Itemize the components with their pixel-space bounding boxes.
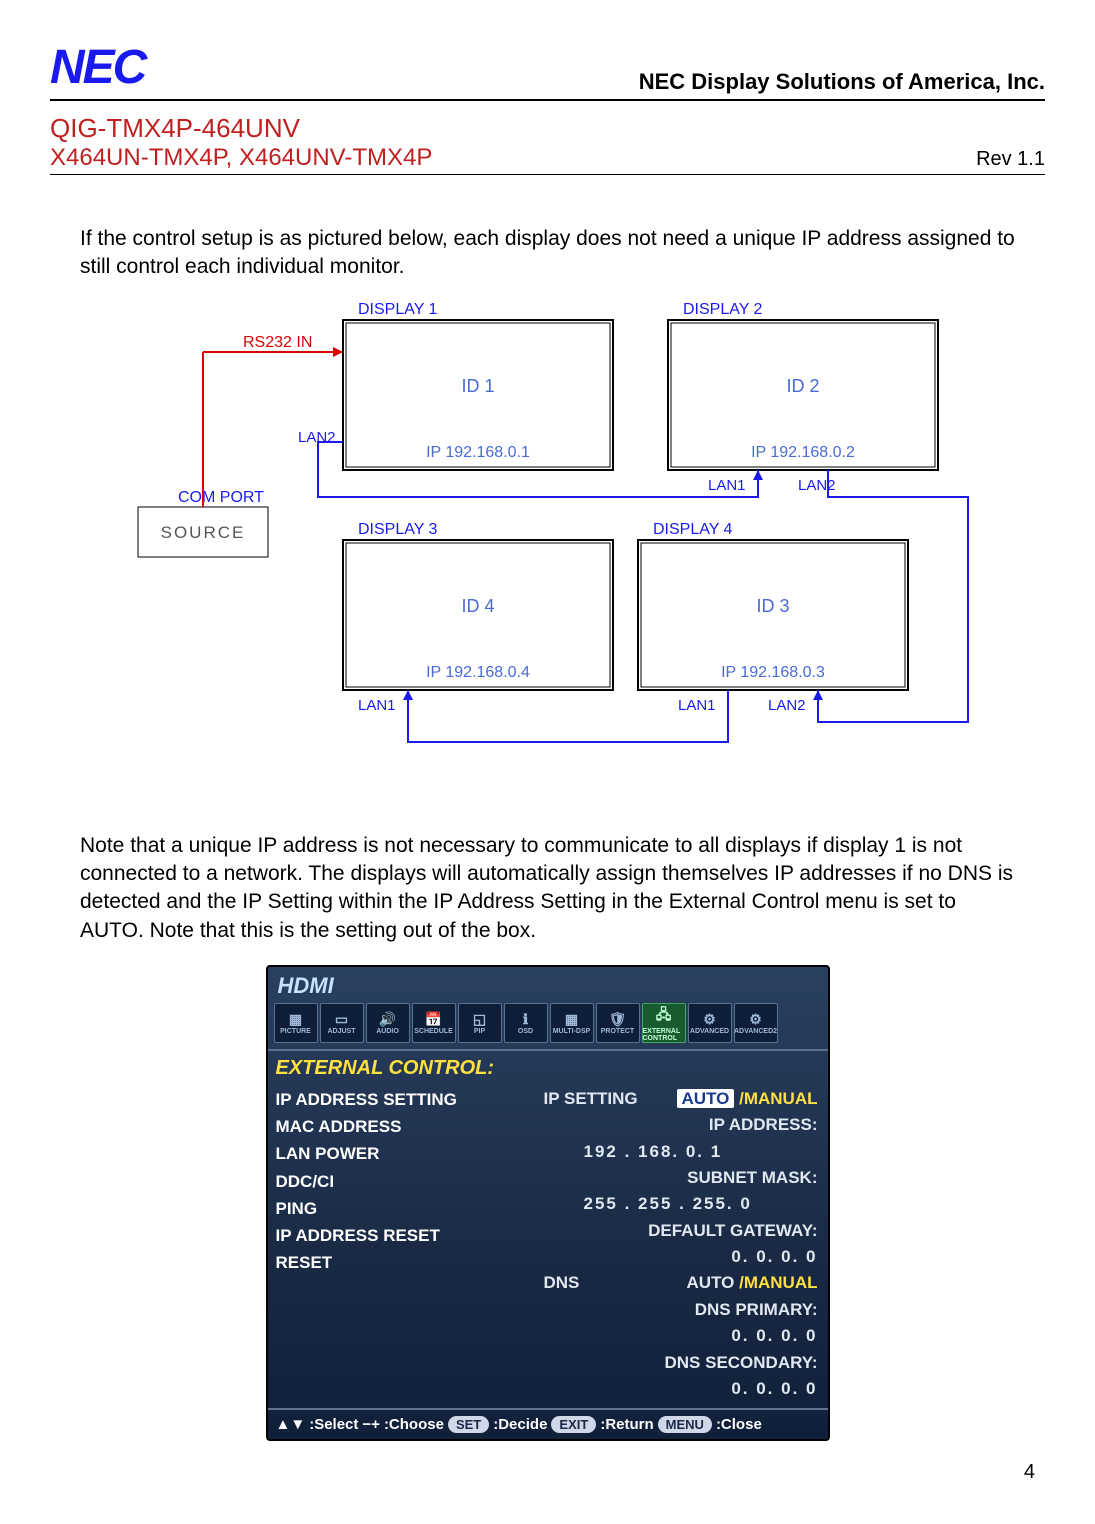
osd-left-menu: IP ADDRESS SETTING MAC ADDRESS LAN POWER…	[268, 1080, 534, 1408]
ip-setting-label: IP SETTING	[544, 1086, 638, 1112]
display2-lan2: LAN2	[798, 477, 836, 494]
display4-ip: IP 192.168.0.3	[721, 664, 825, 681]
updown-icon: ▲▼	[276, 1416, 306, 1433]
subnet-value: 255 . 255 . 255. 0	[544, 1191, 818, 1217]
company-name: NEC Display Solutions of America, Inc.	[639, 69, 1045, 95]
dns-label: DNS	[544, 1270, 580, 1296]
display1-id: ID 1	[461, 376, 494, 396]
paragraph-1: If the control setup is as pictured belo…	[80, 225, 1015, 282]
menu-button[interactable]: MENU	[658, 1416, 712, 1433]
doc-title: QIG-TMX4P-464UNV	[50, 113, 1045, 144]
osd-item-ddc-ci[interactable]: DDC/CI	[276, 1168, 526, 1195]
display2-id: ID 2	[786, 376, 819, 396]
display1-title: DISPLAY 1	[358, 302, 438, 318]
rs232-label: RS232 IN	[243, 334, 312, 351]
osd-item-ip-address-reset[interactable]: IP ADDRESS RESET	[276, 1222, 526, 1249]
osd-menu: HDMI ▦PICTURE ▭ADJUST 🔊AUDIO 📅SCHEDULE ◱…	[266, 965, 830, 1441]
nec-logo: NEC	[50, 40, 145, 95]
dns-primary-value: 0. 0. 0. 0	[544, 1323, 818, 1349]
page-number: 4	[50, 1461, 1045, 1484]
osd-tab-picture[interactable]: ▦PICTURE	[274, 1003, 318, 1043]
revision-label: Rev 1.1	[976, 148, 1045, 171]
ip-setting-manual[interactable]: MANUAL	[744, 1089, 818, 1108]
display1-lan2: LAN2	[298, 429, 336, 446]
osd-item-lan-power[interactable]: LAN POWER	[276, 1140, 526, 1167]
osd-tab-pip[interactable]: ◱PIP	[458, 1003, 502, 1043]
display4-lan2: LAN2	[768, 697, 806, 714]
display4-lan1: LAN1	[678, 697, 716, 714]
osd-right-panel: IP SETTING AUTO /MANUAL IP ADDRESS: 192 …	[534, 1080, 828, 1408]
subnet-label: SUBNET MASK:	[544, 1165, 818, 1191]
osd-tab-osd[interactable]: ℹOSD	[504, 1003, 548, 1043]
dns-primary-label: DNS PRIMARY:	[544, 1297, 818, 1323]
osd-section-title: EXTERNAL CONTROL:	[268, 1051, 828, 1080]
connection-diagram: COM PORT SOURCE RS232 IN DISPLAY 1 ID 1 …	[98, 302, 998, 782]
osd-tab-schedule[interactable]: 📅SCHEDULE	[412, 1003, 456, 1043]
gateway-value: 0. 0. 0. 0	[544, 1244, 818, 1270]
source-label: SOURCE	[160, 523, 245, 542]
display2-title: DISPLAY 2	[683, 302, 763, 318]
exit-button[interactable]: EXIT	[551, 1416, 596, 1433]
display1-ip: IP 192.168.0.1	[426, 444, 530, 461]
foot-close: :Close	[716, 1416, 762, 1433]
plusminus-icon: −+	[362, 1416, 380, 1433]
page-header: NEC NEC Display Solutions of America, In…	[50, 40, 1045, 101]
osd-footer: ▲▼:Select −+:Choose SET:Decide EXIT:Retu…	[268, 1408, 828, 1439]
osd-item-mac-address[interactable]: MAC ADDRESS	[276, 1113, 526, 1140]
com-port-label: COM PORT	[178, 489, 264, 506]
osd-tab-adjust[interactable]: ▭ADJUST	[320, 1003, 364, 1043]
osd-icon-row: ▦PICTURE ▭ADJUST 🔊AUDIO 📅SCHEDULE ◱PIP ℹ…	[268, 1001, 828, 1051]
gateway-label: DEFAULT GATEWAY:	[544, 1218, 818, 1244]
foot-decide: :Decide	[493, 1416, 547, 1433]
osd-item-ping[interactable]: PING	[276, 1195, 526, 1222]
osd-tab-external-control[interactable]: 🖧EXTERNAL CONTROL	[642, 1003, 686, 1043]
doc-subtitle-row: X464UN-TMX4P, X464UNV-TMX4P Rev 1.1	[50, 144, 1045, 175]
osd-item-ip-address-setting[interactable]: IP ADDRESS SETTING	[276, 1086, 526, 1113]
display3-lan1: LAN1	[358, 697, 396, 714]
osd-tab-protect[interactable]: 🛡PROTECT	[596, 1003, 640, 1043]
display4-title: DISPLAY 4	[653, 521, 733, 538]
osd-tab-multidsp[interactable]: ▦MULTI-DSP	[550, 1003, 594, 1043]
osd-tab-advanced1[interactable]: ⚙ADVANCED	[688, 1003, 732, 1043]
display3-id: ID 4	[461, 596, 494, 616]
set-button[interactable]: SET	[448, 1416, 489, 1433]
ip-address-value: 192 . 168. 0. 1	[544, 1139, 818, 1165]
display2-ip: IP 192.168.0.2	[751, 444, 855, 461]
display4-id: ID 3	[756, 596, 789, 616]
foot-return: :Return	[600, 1416, 653, 1433]
osd-tab-advanced2[interactable]: ⚙ADVANCED2	[734, 1003, 778, 1043]
osd-item-reset[interactable]: RESET	[276, 1249, 526, 1276]
ip-setting-auto[interactable]: AUTO	[677, 1089, 735, 1108]
foot-select: :Select	[309, 1416, 358, 1433]
display2-lan1: LAN1	[708, 477, 746, 494]
paragraph-2: Note that a unique IP address is not nec…	[80, 832, 1015, 945]
dns-manual[interactable]: MANUAL	[744, 1273, 818, 1292]
osd-input-label: HDMI	[268, 967, 828, 1001]
dns-secondary-label: DNS SECONDARY:	[544, 1350, 818, 1376]
display3-ip: IP 192.168.0.4	[426, 664, 530, 681]
osd-tab-audio[interactable]: 🔊AUDIO	[366, 1003, 410, 1043]
dns-secondary-value: 0. 0. 0. 0	[544, 1376, 818, 1402]
ip-address-label: IP ADDRESS:	[544, 1112, 818, 1138]
dns-auto[interactable]: AUTO	[687, 1273, 735, 1292]
foot-choose: :Choose	[384, 1416, 444, 1433]
display3-title: DISPLAY 3	[358, 521, 438, 538]
doc-subtitle: X464UN-TMX4P, X464UNV-TMX4P	[50, 144, 432, 172]
